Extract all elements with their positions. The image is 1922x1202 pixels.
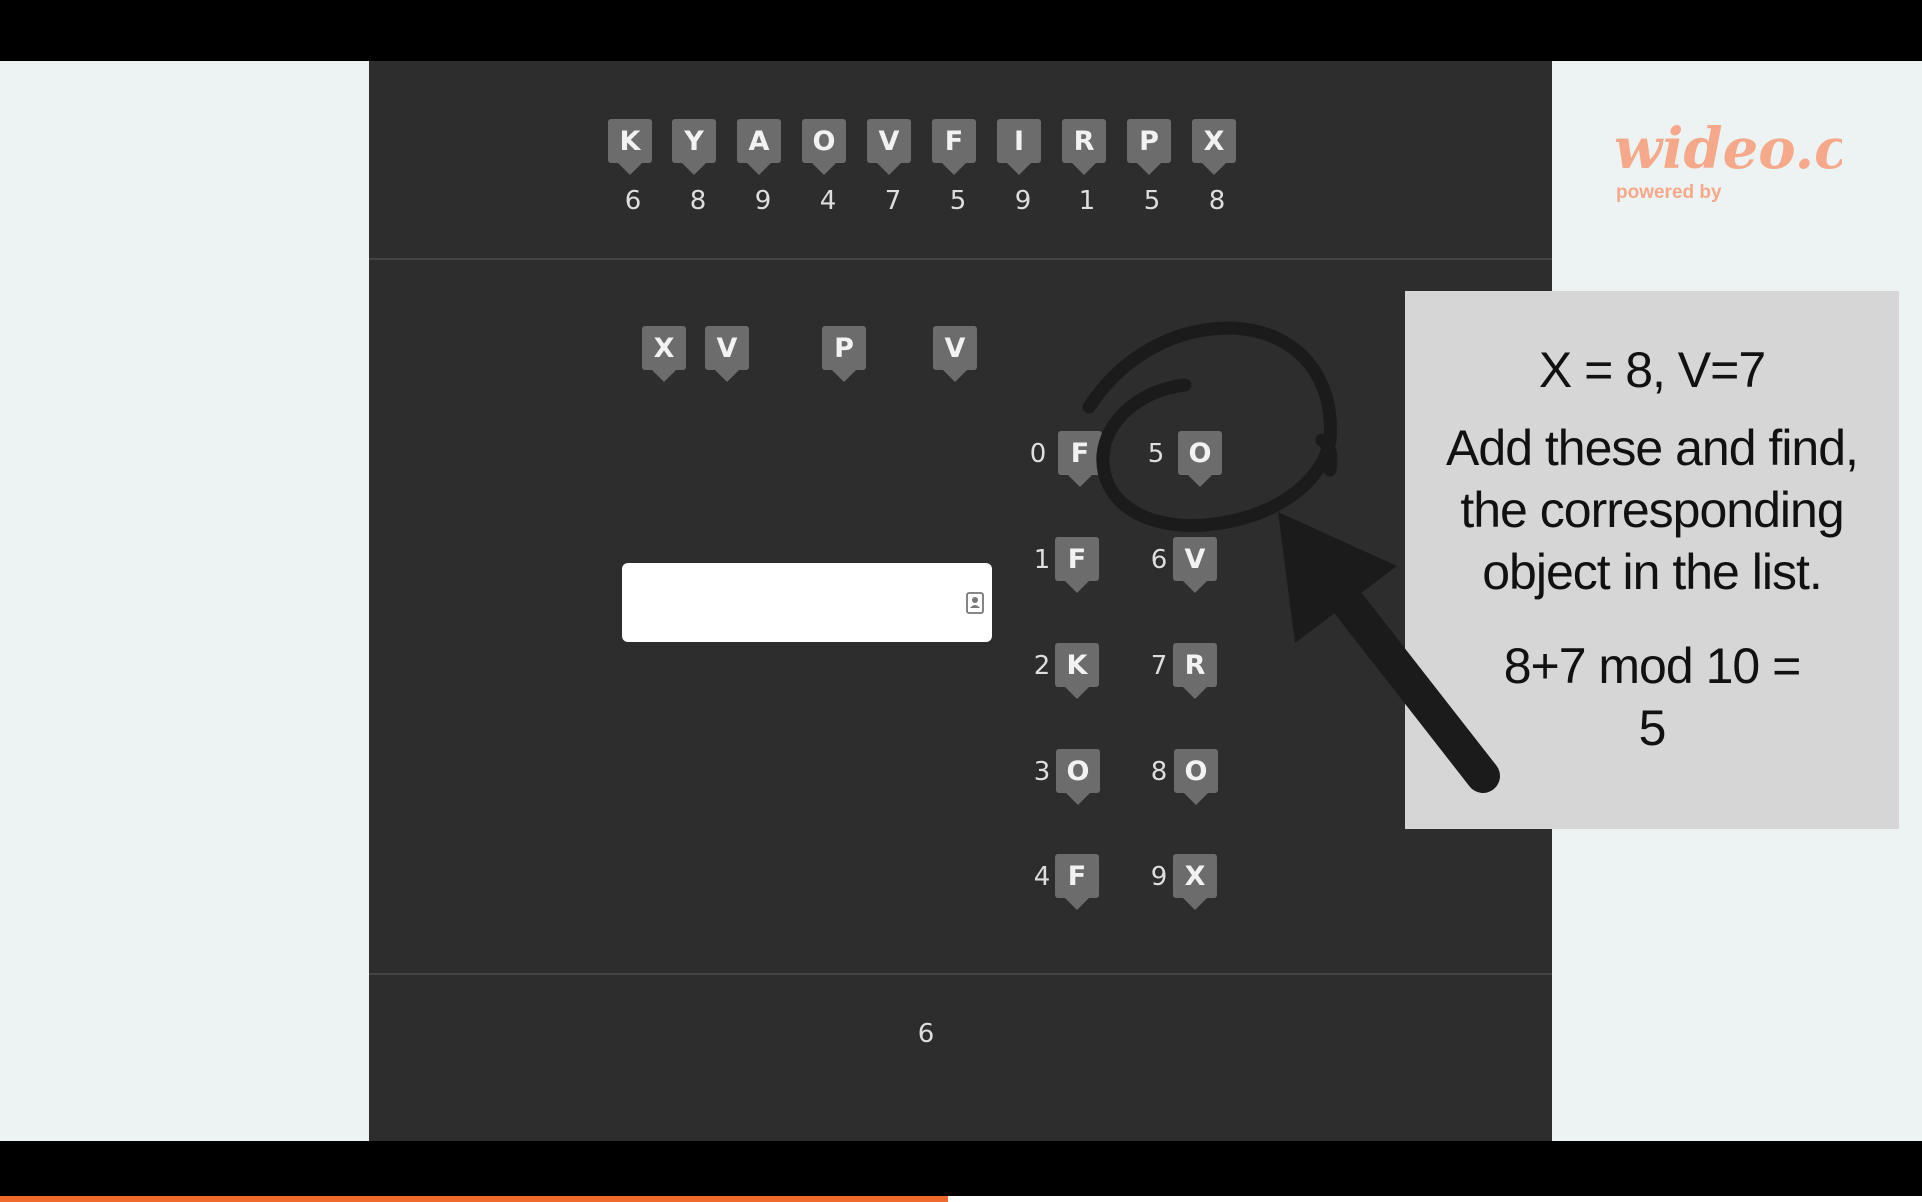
list-letter-tag: K (1055, 643, 1099, 699)
query-letter-tag: V (705, 326, 749, 382)
key-number: 9 (754, 186, 772, 216)
list-index: 6 (1150, 545, 1168, 575)
list-index: 1 (1033, 545, 1051, 575)
key-letter-tag: Y (672, 119, 716, 175)
brand-tagline: powered by (1616, 182, 1722, 203)
list-index: 0 (1029, 439, 1047, 469)
brand-name: wideo.co (1614, 116, 1842, 182)
divider-bottom (369, 973, 1552, 975)
key-letter-tag: I (997, 119, 1041, 175)
key-letter-tag: O (802, 119, 846, 175)
list-letter-tag: O (1174, 749, 1218, 805)
answer-field[interactable] (622, 563, 992, 642)
key-number: 8 (689, 186, 707, 216)
list-letter-tag: X (1173, 854, 1217, 910)
key-number: 7 (884, 186, 902, 216)
note-line: 8+7 mod 10 = (1503, 638, 1802, 694)
key-number: 5 (949, 186, 967, 216)
list-letter-tag: O (1178, 431, 1222, 487)
contact-card-icon[interactable] (963, 591, 987, 615)
list-letter-tag: O (1056, 749, 1100, 805)
list-letter-tag: F (1055, 854, 1099, 910)
key-letter-tag: A (737, 119, 781, 175)
key-number: 9 (1014, 186, 1032, 216)
key-letter-tag: V (867, 119, 911, 175)
key-letter-tag: R (1062, 119, 1106, 175)
key-letter-tag: K (608, 119, 652, 175)
list-index: 7 (1150, 651, 1168, 681)
list-index: 2 (1033, 651, 1051, 681)
list-index: 5 (1147, 439, 1165, 469)
key-number: 5 (1143, 186, 1161, 216)
progress-bar[interactable] (0, 1196, 1922, 1202)
list-letter-tag: F (1058, 431, 1102, 487)
key-number: 1 (1078, 186, 1096, 216)
list-letter-tag: R (1173, 643, 1217, 699)
list-index: 4 (1033, 862, 1051, 892)
list-index: 3 (1033, 757, 1051, 787)
note-line: X = 8, V=7 (1538, 342, 1766, 398)
answer-input[interactable] (622, 563, 992, 642)
key-letter-tag: X (1192, 119, 1236, 175)
list-letter-tag: F (1055, 537, 1099, 593)
key-number: 4 (819, 186, 837, 216)
list-letter-tag: V (1173, 537, 1217, 593)
key-number: 6 (624, 186, 642, 216)
note-line: Add these and find, (1446, 420, 1859, 476)
query-letter-tag: V (933, 326, 977, 382)
note-line: object in the list. (1482, 544, 1823, 600)
key-letter-tag: F (932, 119, 976, 175)
key-letter-tag: P (1127, 119, 1171, 175)
list-index: 8 (1150, 757, 1168, 787)
note-line: 5 (1638, 700, 1667, 756)
trial-counter: 6 (917, 1019, 935, 1049)
list-index: 9 (1150, 862, 1168, 892)
progress-fill (0, 1196, 948, 1202)
brand-logo: wideo.co powered by (1614, 116, 1842, 203)
query-letter-tag: X (642, 326, 686, 382)
explanation-card: X = 8, V=7 Add these and find, the corre… (1405, 291, 1899, 829)
divider-top (369, 258, 1552, 260)
key-number: 8 (1208, 186, 1226, 216)
note-line: the corresponding (1460, 482, 1844, 538)
query-letter-tag: P (822, 326, 866, 382)
